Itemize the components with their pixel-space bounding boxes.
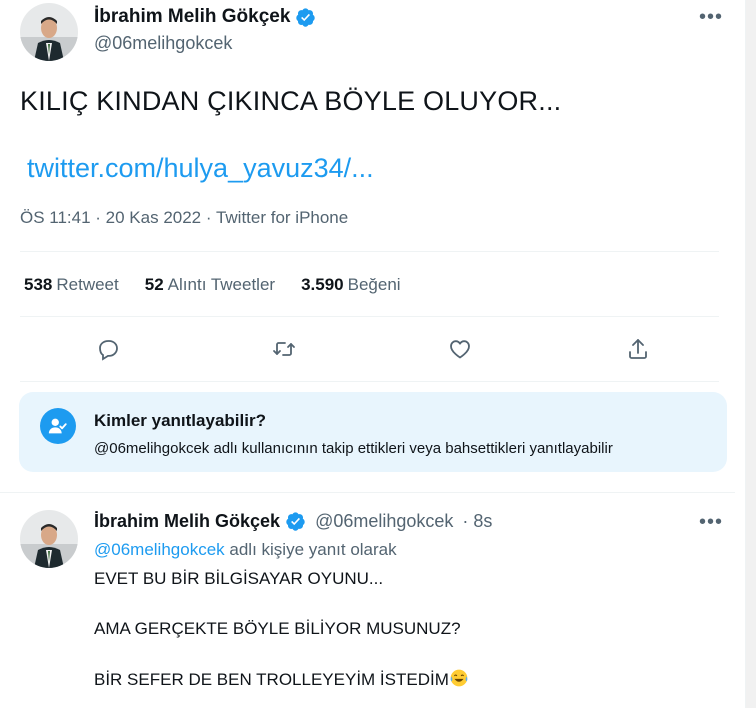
reply-author-name[interactable]: İbrahim Melih Gökçek [94,511,280,532]
reply-text-line: EVET BU BİR BİLGİSAYAR OYUNU... [94,569,384,588]
like-label: Beğeni [347,275,401,294]
tweet-thread: İbrahim Melih Gökçek @06melihgokcek ••• … [0,0,746,708]
author-name[interactable]: İbrahim Melih Gökçek [94,6,316,28]
who-can-reply-description: @06melihgokcek adlı kullanıcının takip e… [94,440,613,457]
divider [20,381,719,382]
author-avatar[interactable] [20,3,78,61]
verified-badge-icon [286,512,305,531]
more-options-button[interactable]: ••• [699,6,723,29]
retweet-count: 538 [24,275,53,294]
verified-badge-icon [296,7,316,27]
like-count: 3.590 [301,275,344,294]
like-stat[interactable]: 3.590 Beğeni [301,275,400,295]
reply-header: İbrahim Melih Gökçek @06melihgokcek · 8s [94,511,492,532]
tears-of-joy-emoji [450,669,468,687]
reply-timestamp[interactable]: · 8s [462,511,492,532]
retweet-button[interactable] [267,332,301,366]
quote-stat[interactable]: 52 Alıntı Tweetler [145,275,275,295]
like-icon [450,340,470,359]
reply-text-line-last: BİR SEFER DE BEN TROLLEYEYİM İSTEDİM [94,668,469,690]
divider [20,316,719,317]
reply-author-avatar[interactable] [20,510,78,568]
who-can-reply-title: Kimler yanıtlayabilir? [94,411,266,430]
replying-to-suffix: adlı kişiye yanıt olarak [224,540,397,559]
replying-to-mention[interactable]: @06melihgokcek [94,540,225,559]
quote-label: Alıntı Tweetler [167,275,276,294]
author-name-text[interactable]: İbrahim Melih Gökçek [94,6,290,28]
share-button[interactable] [621,332,655,366]
tweet-stats: 538 Retweet 52 Alıntı Tweetler 3.590 Beğeni [24,275,401,295]
divider [20,251,719,252]
reply-more-options-button[interactable]: ••• [699,511,723,534]
author-handle[interactable]: @06melihgokcek [94,33,232,54]
people-check-icon [40,408,76,444]
reply-text-line: AMA GERÇEKTE BÖYLE BİLİYOR MUSUNUZ? [94,619,461,638]
reply-text-line: BİR SEFER DE BEN TROLLEYEYİM İSTEDİM [94,670,449,689]
like-button[interactable] [443,332,477,366]
tweet-link[interactable]: twitter.com/hulya_yavuz34/... [27,153,374,184]
quote-count: 52 [144,275,164,294]
share-icon [629,339,647,359]
tweet-meta[interactable]: ÖS 11:41 · 20 Kas 2022 · Twitter for iPh… [20,208,348,228]
who-can-reply-box: Kimler yanıtlayabilir? @06melihgokcek ad… [19,392,727,472]
thread-separator [0,492,735,493]
retweet-label: Retweet [56,275,119,294]
retweet-stat[interactable]: 538 Retweet [24,275,119,295]
tweet-actions [20,332,719,366]
reply-author-handle[interactable]: @06melihgokcek [315,511,453,532]
replying-to: @06melihgokcek adlı kişiye yanıt olarak [94,540,397,560]
scrollbar[interactable] [746,0,756,708]
retweet-icon [273,342,295,356]
tweet-text: KILIÇ KINDAN ÇIKINCA BÖYLE OLUYOR... [20,86,562,116]
reply-icon [99,340,118,361]
reply-button[interactable] [91,332,125,366]
